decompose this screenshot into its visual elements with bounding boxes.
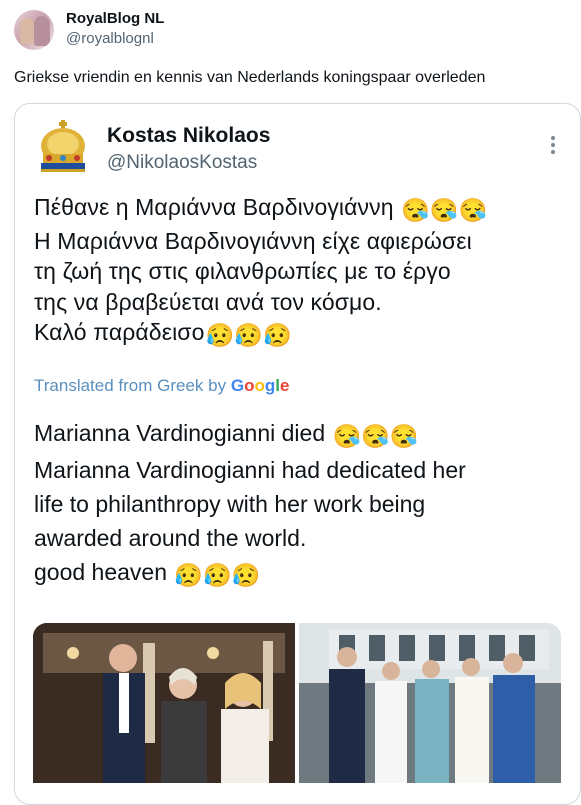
event-photo-left[interactable] — [33, 623, 295, 783]
english-line: Marianna Vardinogianni died — [34, 420, 326, 446]
english-line: awarded around the world. — [34, 525, 307, 551]
google-logo: Google — [230, 376, 290, 395]
quoted-greek-text: Πέθανε η Μαριάννα Βαρδινογιάννη 😪😪😪 Η Μα… — [34, 192, 564, 351]
event-photo-right-image — [299, 623, 561, 783]
quoted-author-name[interactable]: Kostas Nikolaos — [107, 124, 270, 148]
translation-attribution[interactable]: Translated from Greek by Google — [34, 376, 289, 396]
media-gallery — [33, 623, 561, 783]
author-name[interactable]: RoyalBlog NL — [66, 10, 164, 27]
author-avatar[interactable] — [14, 10, 54, 50]
quoted-translated-text: Marianna Vardinogianni died 😪😪😪 Marianna… — [34, 416, 564, 592]
more-options-icon[interactable] — [550, 136, 556, 156]
author-handle[interactable]: @royalblognl — [66, 30, 154, 47]
crown-avatar-icon[interactable] — [35, 120, 91, 176]
greek-line: Καλό παράδεισο — [34, 319, 205, 345]
quoted-tweet-card[interactable]: Kostas Nikolaos @NikolaosKostas Πέθανε η… — [14, 103, 581, 805]
sad-emoji: 😥😥😥 — [205, 322, 292, 348]
event-photo-left-image — [33, 623, 295, 783]
crying-sleepy-emoji: 😪😪😪 — [332, 423, 419, 449]
sad-emoji: 😥😥😥 — [174, 562, 261, 588]
english-line: life to philanthropy with her work being — [34, 491, 426, 517]
greek-line: τη ζωή της στις φιλανθρωπίες με το έργο — [34, 258, 451, 284]
tweet-text: Griekse vriendin en kennis van Nederland… — [14, 69, 486, 86]
english-line: Marianna Vardinogianni had dedicated her — [34, 457, 466, 483]
greek-line: της να βραβεύεται ανά τον κόσμο. — [34, 288, 382, 315]
english-line: good heaven — [34, 559, 168, 585]
greek-line: Η Μαριάννα Βαρδινογιάννη είχε αφιερώσει — [34, 227, 472, 254]
event-photo-right[interactable] — [299, 623, 561, 783]
greek-line: Πέθανε η Μαριάννα Βαρδινογιάννη — [34, 194, 394, 220]
translated-label: Translated from Greek by — [34, 376, 227, 395]
crying-sleepy-emoji: 😪😪😪 — [401, 197, 488, 223]
quoted-author-handle[interactable]: @NikolaosKostas — [107, 152, 257, 174]
